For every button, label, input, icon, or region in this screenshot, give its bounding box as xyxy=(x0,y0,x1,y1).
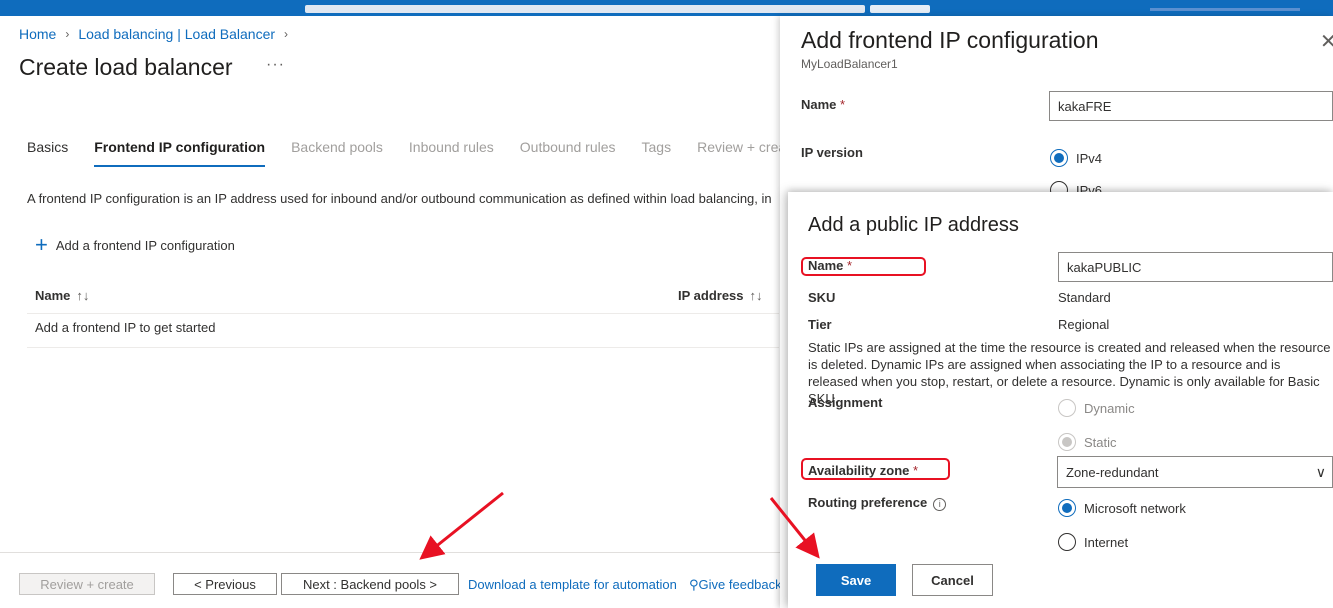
arrow-to-next-button xyxy=(419,491,504,560)
annotation-arrows xyxy=(419,491,820,560)
arrow-to-save-button xyxy=(769,497,820,559)
